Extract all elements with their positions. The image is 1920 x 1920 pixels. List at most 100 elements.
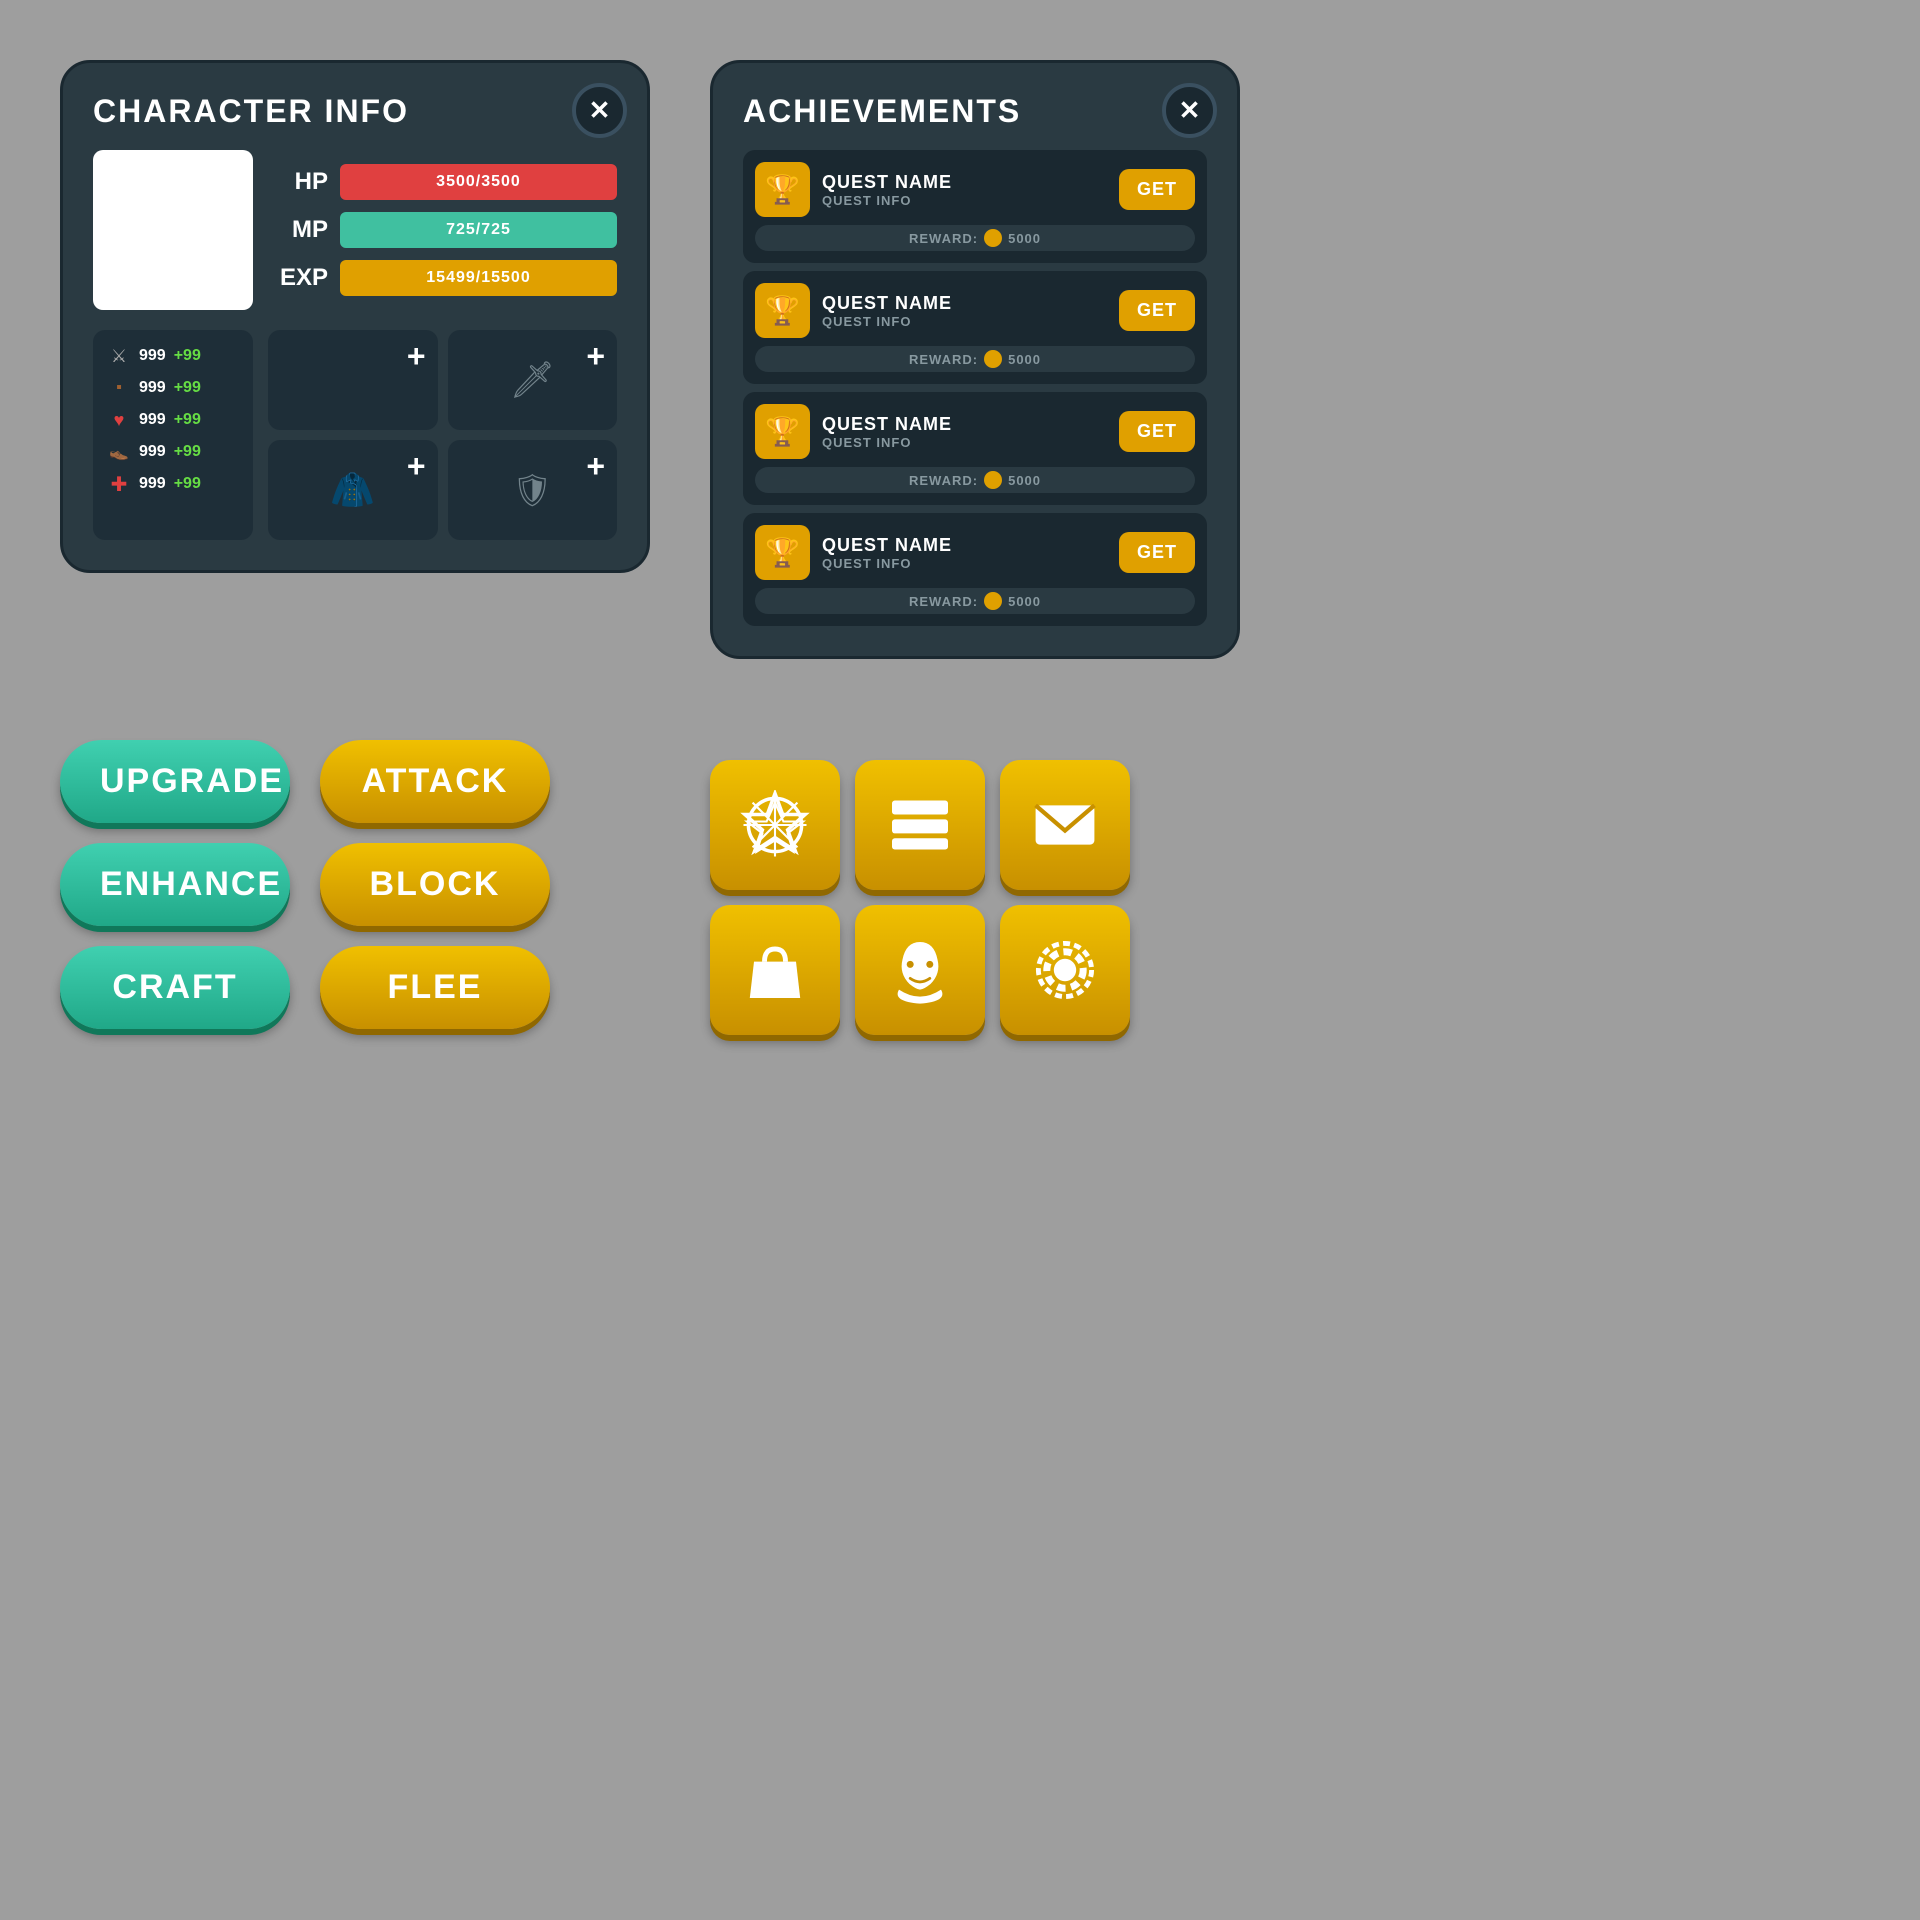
quest-4-info: QUEST NAME QUEST INFO xyxy=(822,535,1107,571)
character-info-panel: CHARACTER INFO ✕ HP 3500/3500 MP 725/725… xyxy=(60,60,650,573)
attrib-attack-val: 999 xyxy=(139,347,166,365)
mp-bar: 725/725 xyxy=(340,212,617,248)
get-button-3[interactable]: GET xyxy=(1119,411,1195,452)
block-button[interactable]: BLOCK xyxy=(320,843,550,926)
quest-list: 🏆 QUEST NAME QUEST INFO GET REWARD: 5000… xyxy=(743,150,1207,626)
ach-panel-title: ACHIEVEMENTS xyxy=(743,93,1207,130)
hp-row: HP 3500/3500 xyxy=(273,164,617,200)
upgrade-button[interactable]: UPGRADE xyxy=(60,740,290,823)
hp-label: HP xyxy=(273,168,328,196)
quest-4-top: 🏆 QUEST NAME QUEST INFO GET xyxy=(755,525,1195,580)
quest-3-desc: QUEST INFO xyxy=(822,435,1107,450)
quest-1-name: QUEST NAME xyxy=(822,172,1107,193)
plus-icon-1: + xyxy=(407,338,426,375)
quest-item-4: 🏆 QUEST NAME QUEST INFO GET REWARD: 5000 xyxy=(743,513,1207,626)
bag-icon xyxy=(740,935,810,1005)
reward-amount-2: 5000 xyxy=(1008,352,1041,367)
equip-slot-3[interactable]: + 🧥 xyxy=(268,440,438,540)
icon-buttons xyxy=(710,760,1130,1035)
sword-item-icon: 🗡 xyxy=(509,359,555,401)
plus-icon-3: + xyxy=(407,448,426,485)
attrib-recovery: ✚ 999 +99 xyxy=(107,472,239,496)
attrib-recovery-bonus: +99 xyxy=(174,475,201,493)
get-button-1[interactable]: GET xyxy=(1119,169,1195,210)
trophy-icon-4: 🏆 xyxy=(755,525,810,580)
flee-button[interactable]: FLEE xyxy=(320,946,550,1029)
equipment-grid: + + 🗡 + 🧥 + 🛡 xyxy=(268,330,617,540)
char-close-button[interactable]: ✕ xyxy=(572,83,627,138)
attrib-recovery-val: 999 xyxy=(139,475,166,493)
quest-1-info: QUEST NAME QUEST INFO xyxy=(822,172,1107,208)
armor-icon: ▪ xyxy=(107,376,131,400)
reward-label-3: REWARD: xyxy=(909,473,978,488)
reward-label-4: REWARD: xyxy=(909,594,978,609)
inventory-icon-button[interactable] xyxy=(855,760,985,890)
mail-icon-button[interactable] xyxy=(1000,760,1130,890)
char-bottom-section: ⚔ 999 +99 ▪ 999 +99 ♥ 999 +99 👞 999 +99 … xyxy=(93,330,617,540)
magic-icon-button[interactable] xyxy=(710,760,840,890)
quest-2-name: QUEST NAME xyxy=(822,293,1107,314)
enhance-button[interactable]: ENHANCE xyxy=(60,843,290,926)
trophy-icon-3: 🏆 xyxy=(755,404,810,459)
equip-slot-4[interactable]: + 🛡 xyxy=(448,440,618,540)
quest-3-info: QUEST NAME QUEST INFO xyxy=(822,414,1107,450)
craft-button[interactable]: CRAFT xyxy=(60,946,290,1029)
get-button-2[interactable]: GET xyxy=(1119,290,1195,331)
quest-item-2: 🏆 QUEST NAME QUEST INFO GET REWARD: 5000 xyxy=(743,271,1207,384)
star-of-david-icon xyxy=(740,790,810,860)
quest-2-reward: REWARD: 5000 xyxy=(755,346,1195,372)
mp-row: MP 725/725 xyxy=(273,212,617,248)
character-face-icon xyxy=(885,935,955,1005)
reward-label-1: REWARD: xyxy=(909,231,978,246)
reward-label-2: REWARD: xyxy=(909,352,978,367)
attrib-speed-val: 999 xyxy=(139,443,166,461)
mail-icon xyxy=(1030,790,1100,860)
heart-icon: ♥ xyxy=(107,408,131,432)
trophy-icon-1: 🏆 xyxy=(755,162,810,217)
char-stats: HP 3500/3500 MP 725/725 EXP 15499/15500 xyxy=(273,150,617,310)
equip-slot-1[interactable]: + xyxy=(268,330,438,430)
attrib-health-val: 999 xyxy=(139,411,166,429)
mp-label: MP xyxy=(273,216,328,244)
attrib-health-bonus: +99 xyxy=(174,411,201,429)
quest-1-reward: REWARD: 5000 xyxy=(755,225,1195,251)
attrib-defense: ▪ 999 +99 xyxy=(107,376,239,400)
quest-1-desc: QUEST INFO xyxy=(822,193,1107,208)
quest-2-top: 🏆 QUEST NAME QUEST INFO GET xyxy=(755,283,1195,338)
quest-item-1: 🏆 QUEST NAME QUEST INFO GET REWARD: 5000 xyxy=(743,150,1207,263)
reward-amount-3: 5000 xyxy=(1008,473,1041,488)
settings-gear-icon xyxy=(1030,935,1100,1005)
bag-icon-button[interactable] xyxy=(710,905,840,1035)
attributes-panel: ⚔ 999 +99 ▪ 999 +99 ♥ 999 +99 👞 999 +99 … xyxy=(93,330,253,540)
attrib-defense-val: 999 xyxy=(139,379,166,397)
quest-2-desc: QUEST INFO xyxy=(822,314,1107,329)
exp-row: EXP 15499/15500 xyxy=(273,260,617,296)
plus-icon-4: + xyxy=(586,448,605,485)
inventory-icon xyxy=(885,790,955,860)
coin-icon-4 xyxy=(984,592,1002,610)
quest-4-desc: QUEST INFO xyxy=(822,556,1107,571)
get-button-4[interactable]: GET xyxy=(1119,532,1195,573)
character-icon-button[interactable] xyxy=(855,905,985,1035)
attrib-health: ♥ 999 +99 xyxy=(107,408,239,432)
char-panel-title: CHARACTER INFO xyxy=(93,93,617,130)
plus-icon-2: + xyxy=(586,338,605,375)
quest-2-info: QUEST NAME QUEST INFO xyxy=(822,293,1107,329)
exp-label: EXP xyxy=(273,264,328,292)
action-buttons: UPGRADE ATTACK ENHANCE BLOCK CRAFT FLEE xyxy=(60,740,550,1029)
char-top-section: HP 3500/3500 MP 725/725 EXP 15499/15500 xyxy=(93,150,617,310)
ach-close-button[interactable]: ✕ xyxy=(1162,83,1217,138)
hp-bar: 3500/3500 xyxy=(340,164,617,200)
equip-slot-2[interactable]: + 🗡 xyxy=(448,330,618,430)
quest-3-top: 🏆 QUEST NAME QUEST INFO GET xyxy=(755,404,1195,459)
reward-amount-4: 5000 xyxy=(1008,594,1041,609)
settings-icon-button[interactable] xyxy=(1000,905,1130,1035)
quest-3-name: QUEST NAME xyxy=(822,414,1107,435)
attrib-speed-bonus: +99 xyxy=(174,443,201,461)
attack-button[interactable]: ATTACK xyxy=(320,740,550,823)
attrib-attack-bonus: +99 xyxy=(174,347,201,365)
coin-icon-2 xyxy=(984,350,1002,368)
trophy-icon-2: 🏆 xyxy=(755,283,810,338)
coin-icon-3 xyxy=(984,471,1002,489)
quest-item-3: 🏆 QUEST NAME QUEST INFO GET REWARD: 5000 xyxy=(743,392,1207,505)
